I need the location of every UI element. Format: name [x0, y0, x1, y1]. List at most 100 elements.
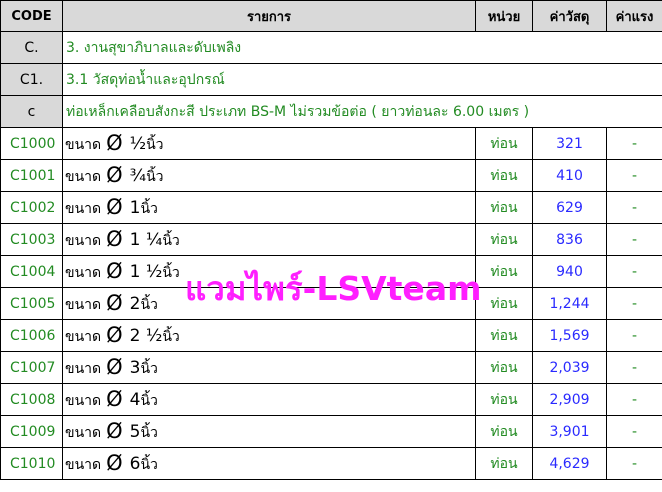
item-labor-cost: -	[606, 383, 662, 416]
item-code: C1007	[0, 351, 63, 384]
item-size-suffix: นิ้ว	[140, 297, 158, 313]
table-row: C1008 ขนาด Ø 4นิ้ว ท่อน 2,909-	[0, 383, 662, 416]
diameter-symbol-icon: Ø	[106, 387, 123, 411]
item-size: 4	[129, 390, 141, 410]
section-row: c ท่อเหล็กเคลือบสังกะสี ประเภท BS-M ไม่ร…	[0, 95, 662, 128]
item-size: ¾	[129, 166, 147, 186]
item-code: C1010	[0, 447, 63, 480]
item-size-prefix: ขนาด	[65, 457, 102, 473]
item-description: ขนาด Ø 4นิ้ว	[62, 383, 476, 416]
price-table: CODE รายการ หน่วย ค่าวัสดุ ค่าแรง C. 3. …	[0, 0, 662, 480]
item-unit: ท่อน	[475, 287, 533, 320]
item-description: ขนาด Ø 3นิ้ว	[62, 351, 476, 384]
item-labor-cost: -	[606, 191, 662, 224]
item-size-prefix: ขนาด	[65, 329, 102, 345]
item-size: 3	[129, 358, 141, 378]
item-size-suffix: นิ้ว	[140, 393, 158, 409]
item-code: C1008	[0, 383, 63, 416]
item-material-cost: 3,901	[532, 415, 607, 448]
item-labor-cost: -	[606, 447, 662, 480]
item-material-cost: 1,569	[532, 319, 607, 352]
item-material-cost: 4,629	[532, 447, 607, 480]
item-size: ½	[129, 134, 147, 154]
item-material-cost: 2,909	[532, 383, 607, 416]
section-code: C1.	[0, 63, 63, 96]
item-size: 2 ½	[129, 326, 163, 346]
diameter-symbol-icon: Ø	[106, 291, 123, 315]
section-code: c	[0, 95, 63, 128]
item-material-cost: 1,244	[532, 287, 607, 320]
table-row: C1004 ขนาด Ø 1 ½นิ้ว ท่อน 940-	[0, 255, 662, 288]
item-description: ขนาด Ø 2 ½นิ้ว	[62, 319, 476, 352]
item-unit: ท่อน	[475, 415, 533, 448]
item-size-suffix: นิ้ว	[140, 457, 158, 473]
item-size-prefix: ขนาด	[65, 393, 102, 409]
item-code: C1003	[0, 223, 63, 256]
diameter-symbol-icon: Ø	[106, 451, 123, 475]
item-unit: ท่อน	[475, 159, 533, 192]
item-material-cost: 321	[532, 127, 607, 160]
diameter-symbol-icon: Ø	[106, 195, 123, 219]
item-description: ขนาด Ø 2นิ้ว	[62, 287, 476, 320]
item-size-prefix: ขนาด	[65, 137, 102, 153]
table-row: C1007 ขนาด Ø 3นิ้ว ท่อน 2,039-	[0, 351, 662, 384]
diameter-symbol-icon: Ø	[106, 131, 123, 155]
item-size-suffix: นิ้ว	[162, 329, 180, 345]
item-labor-cost: -	[606, 223, 662, 256]
item-description: ขนาด Ø 6นิ้ว	[62, 447, 476, 480]
item-description: ขนาด Ø ½นิ้ว	[62, 127, 476, 160]
item-labor-cost: -	[606, 127, 662, 160]
item-code: C1005	[0, 287, 63, 320]
item-size: 1	[129, 198, 141, 218]
item-size-suffix: นิ้ว	[140, 425, 158, 441]
item-material-cost: 410	[532, 159, 607, 192]
section-code: C.	[0, 31, 63, 64]
table-row: C1003 ขนาด Ø 1 ¼นิ้ว ท่อน 836-	[0, 223, 662, 256]
section-title: ท่อเหล็กเคลือบสังกะสี ประเภท BS-M ไม่รวม…	[62, 95, 662, 128]
item-unit: ท่อน	[475, 319, 533, 352]
header-unit: หน่วย	[475, 0, 533, 32]
item-unit: ท่อน	[475, 383, 533, 416]
item-description: ขนาด Ø ¾นิ้ว	[62, 159, 476, 192]
item-description: ขนาด Ø 1 ½นิ้ว	[62, 255, 476, 288]
section-row: C. 3. งานสุขาภิบาลและดับเพลิง	[0, 31, 662, 64]
diameter-symbol-icon: Ø	[106, 227, 123, 251]
header-row: CODE รายการ หน่วย ค่าวัสดุ ค่าแรง	[0, 0, 662, 32]
item-labor-cost: -	[606, 159, 662, 192]
item-size-prefix: ขนาด	[65, 265, 102, 281]
item-unit: ท่อน	[475, 255, 533, 288]
item-unit: ท่อน	[475, 191, 533, 224]
item-description: ขนาด Ø 1 ¼นิ้ว	[62, 223, 476, 256]
diameter-symbol-icon: Ø	[106, 419, 123, 443]
item-code: C1006	[0, 319, 63, 352]
table-row: C1000 ขนาด Ø ½นิ้ว ท่อน 321-	[0, 127, 662, 160]
item-size-suffix: นิ้ว	[140, 201, 158, 217]
item-code: C1002	[0, 191, 63, 224]
section-title: 3. งานสุขาภิบาลและดับเพลิง	[62, 31, 662, 64]
item-labor-cost: -	[606, 319, 662, 352]
diameter-symbol-icon: Ø	[106, 323, 123, 347]
table-row: C1001 ขนาด Ø ¾นิ้ว ท่อน 410-	[0, 159, 662, 192]
item-labor-cost: -	[606, 255, 662, 288]
item-code: C1009	[0, 415, 63, 448]
item-size-suffix: นิ้ว	[146, 137, 164, 153]
item-material-cost: 2,039	[532, 351, 607, 384]
item-size-prefix: ขนาด	[65, 201, 102, 217]
table-row: C1006 ขนาด Ø 2 ½นิ้ว ท่อน 1,569-	[0, 319, 662, 352]
table-row: C1009 ขนาด Ø 5นิ้ว ท่อน 3,901-	[0, 415, 662, 448]
item-size: 1 ¼	[129, 230, 163, 250]
table-row: C1010 ขนาด Ø 6นิ้ว ท่อน 4,629-	[0, 447, 662, 480]
item-size-suffix: นิ้ว	[162, 233, 180, 249]
header-code: CODE	[0, 0, 63, 32]
item-labor-cost: -	[606, 415, 662, 448]
item-size-suffix: นิ้ว	[162, 265, 180, 281]
section-row: C1. 3.1 วัสดุท่อน้ำและอุปกรณ์	[0, 63, 662, 96]
item-labor-cost: -	[606, 287, 662, 320]
header-labor-cost: ค่าแรง	[606, 0, 662, 32]
item-description: ขนาด Ø 1นิ้ว	[62, 191, 476, 224]
item-description: ขนาด Ø 5นิ้ว	[62, 415, 476, 448]
diameter-symbol-icon: Ø	[106, 355, 123, 379]
item-unit: ท่อน	[475, 223, 533, 256]
item-size-prefix: ขนาด	[65, 233, 102, 249]
item-size-prefix: ขนาด	[65, 425, 102, 441]
